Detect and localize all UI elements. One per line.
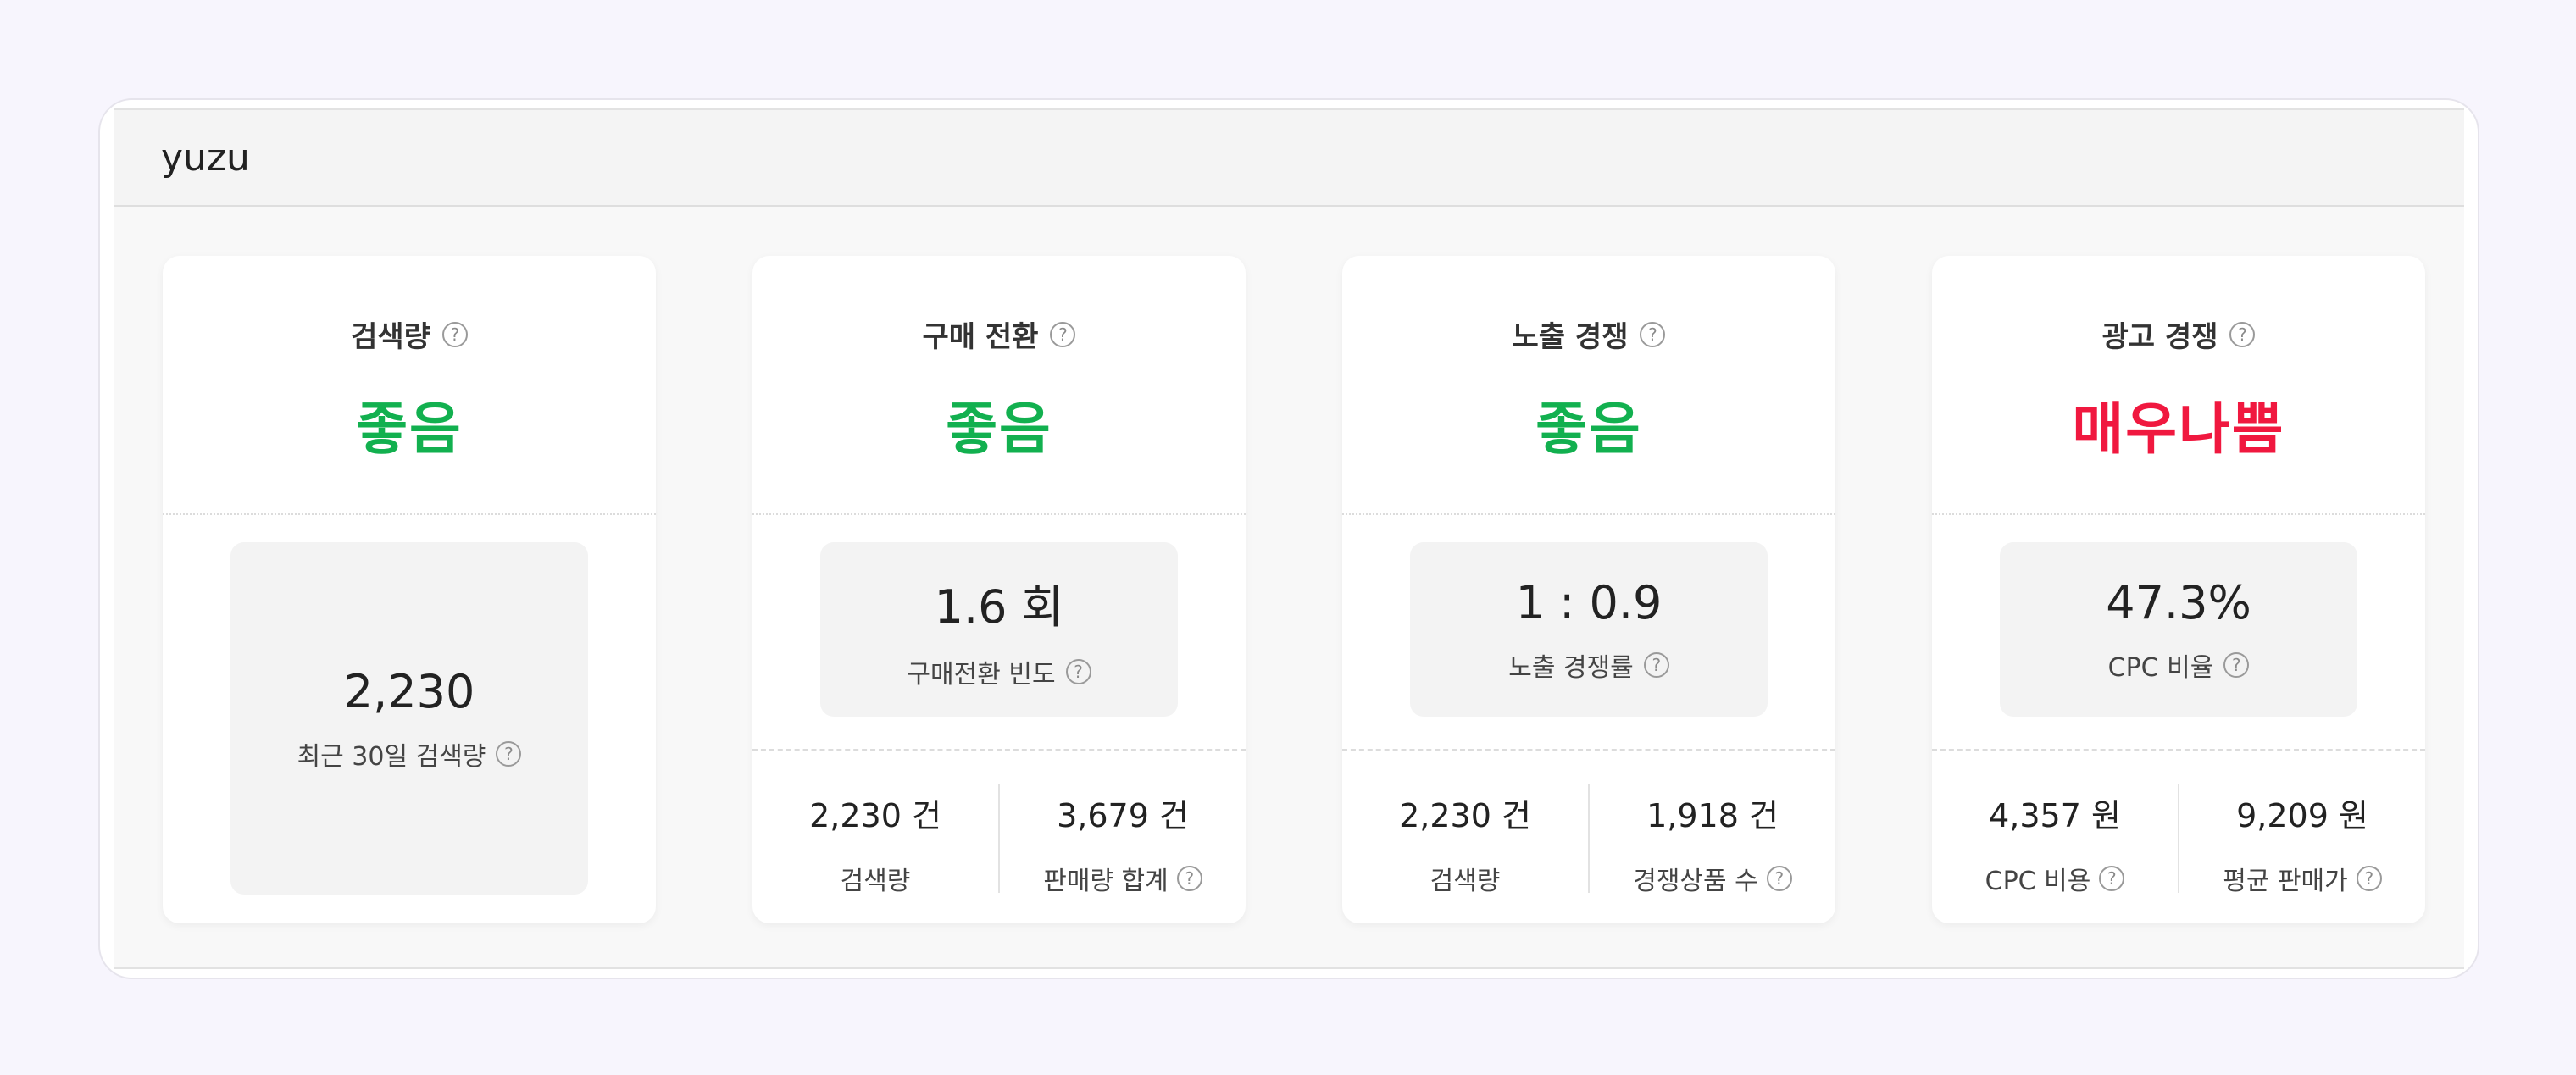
sub-metric-label: 검색량 [840, 867, 911, 896]
card-sub-metrics: 4,357 원 CPC 비용 ? 9,209 원 평균 판매가 ? [1932, 749, 2425, 923]
sub-metric-left: 2,230 건 검색량 [752, 751, 998, 923]
help-icon[interactable]: ? [1065, 658, 1091, 684]
sub-metric-left: 2,230 건 검색량 [1342, 751, 1588, 923]
panel-title: yuzu [161, 136, 250, 180]
metric-label-row: 노출 경쟁률 ? [1508, 646, 1669, 684]
card-title-row: 광고 경쟁 ? [2102, 313, 2256, 355]
card-title-row: 노출 경쟁 ? [1513, 313, 1666, 355]
help-icon[interactable]: ? [1176, 866, 1202, 891]
sub-metric-right: 1,918 건 경쟁상품 수 ? [1588, 784, 1835, 896]
sub-metric-label-row: 평균 판매가 ? [2223, 860, 2382, 897]
sub-metric-label: CPC 비용 [1985, 867, 2091, 896]
sub-metric-label-row: 경쟁상품 수 ? [1633, 860, 1792, 897]
card-sub-metrics: 2,230 건 검색량 3,679 건 판매량 합계 ? [752, 749, 1246, 923]
help-icon[interactable]: ? [1640, 321, 1666, 347]
card-sub-metrics: 2,230 건 검색량 1,918 건 경쟁상품 수 ? [1342, 749, 1835, 923]
sub-metric-value: 4,357 원 [1989, 797, 2121, 834]
metric-box: 47.3% CPC 비율 ? [2000, 542, 2357, 717]
keyword-analysis-panel: yuzu 검색량 ? 좋음 2,230 최근 30일 검색량 ? 구매 전환 ?… [98, 98, 2479, 979]
metric-box: 1 : 0.9 노출 경쟁률 ? [1410, 542, 1768, 717]
card-header: 광고 경쟁 ? 매우나쁨 [1932, 256, 2425, 515]
metric-value: 1.6 회 [934, 579, 1064, 634]
metric-label-row: 최근 30일 검색량 ? [297, 735, 522, 773]
help-icon[interactable]: ? [2356, 866, 2382, 891]
status-label: 매우나쁨 [2072, 396, 2285, 462]
sub-metric-value: 3,679 건 [1057, 797, 1189, 834]
sub-metric-label: 평균 판매가 [2223, 867, 2348, 896]
help-icon[interactable]: ? [2223, 651, 2250, 678]
status-label: 좋음 [356, 396, 463, 462]
help-icon[interactable]: ? [2099, 866, 2125, 891]
sub-metric-label-row: CPC 비용 ? [1985, 860, 2125, 897]
sub-metric-label-row: 검색량 [841, 860, 911, 897]
sub-metric-label: 판매량 합계 [1043, 867, 1169, 896]
sub-metric-label: 검색량 [1430, 867, 1501, 896]
sub-metric-right: 9,209 원 평균 판매가 ? [2178, 784, 2425, 896]
card-title: 구매 전환 [922, 320, 1039, 354]
help-icon[interactable]: ? [441, 321, 468, 347]
metric-label-row: CPC 비율 ? [2108, 646, 2250, 684]
status-label: 좋음 [946, 396, 1052, 462]
metric-value: 2,230 [343, 664, 475, 718]
sub-metric-label: 경쟁상품 수 [1633, 867, 1758, 896]
metric-label-row: 구매전환 빈도 ? [907, 653, 1091, 690]
help-icon[interactable]: ? [2229, 321, 2256, 347]
metric-box: 2,230 최근 30일 검색량 ? [230, 542, 588, 895]
card-title: 광고 경쟁 [2101, 320, 2218, 354]
ad-competition-card: 광고 경쟁 ? 매우나쁨 47.3% CPC 비율 ? 4,357 원 CPC … [1932, 256, 2425, 923]
metric-label: 최근 30일 검색량 [297, 741, 486, 772]
card-title: 노출 경쟁 [1512, 320, 1629, 354]
metric-label: 구매전환 빈도 [907, 659, 1056, 690]
sub-metric-label-row: 판매량 합계 ? [1043, 860, 1202, 897]
sub-metric-value: 2,230 건 [1399, 797, 1531, 834]
sub-metric-value: 2,230 건 [809, 797, 941, 834]
sub-metric-right: 3,679 건 판매량 합계 ? [998, 784, 1246, 896]
help-icon[interactable]: ? [1766, 866, 1792, 891]
purchase-conversion-card: 구매 전환 ? 좋음 1.6 회 구매전환 빈도 ? 2,230 건 검색량 3… [752, 256, 1246, 923]
metric-label: 노출 경쟁률 [1508, 652, 1634, 683]
card-header: 노출 경쟁 ? 좋음 [1342, 256, 1835, 515]
sub-metric-label-row: 검색량 [1430, 860, 1501, 897]
help-icon[interactable]: ? [1643, 651, 1669, 678]
sub-metric-value: 1,918 건 [1646, 797, 1779, 834]
metric-box: 1.6 회 구매전환 빈도 ? [820, 542, 1178, 717]
card-header: 검색량 ? 좋음 [163, 256, 656, 515]
metric-cards: 검색량 ? 좋음 2,230 최근 30일 검색량 ? 구매 전환 ? 좋음 1… [163, 256, 2425, 923]
panel-body: yuzu 검색량 ? 좋음 2,230 최근 30일 검색량 ? 구매 전환 ?… [114, 108, 2464, 969]
metric-value: 1 : 0.9 [1515, 575, 1663, 629]
search-volume-card: 검색량 ? 좋음 2,230 최근 30일 검색량 ? [163, 256, 656, 923]
panel-header: yuzu [114, 110, 2464, 207]
metric-label: CPC 비율 [2107, 652, 2214, 683]
metric-value: 47.3% [2106, 575, 2251, 629]
help-icon[interactable]: ? [1050, 321, 1076, 347]
card-title-row: 검색량 ? [351, 313, 468, 355]
exposure-competition-card: 노출 경쟁 ? 좋음 1 : 0.9 노출 경쟁률 ? 2,230 건 검색량 … [1342, 256, 1835, 923]
card-title: 검색량 [351, 320, 430, 354]
card-title-row: 구매 전환 ? [923, 313, 1076, 355]
sub-metric-left: 4,357 원 CPC 비용 ? [1932, 751, 2178, 923]
card-header: 구매 전환 ? 좋음 [752, 256, 1246, 515]
help-icon[interactable]: ? [496, 740, 522, 767]
sub-metric-value: 9,209 원 [2236, 797, 2368, 834]
status-label: 좋음 [1535, 396, 1642, 462]
